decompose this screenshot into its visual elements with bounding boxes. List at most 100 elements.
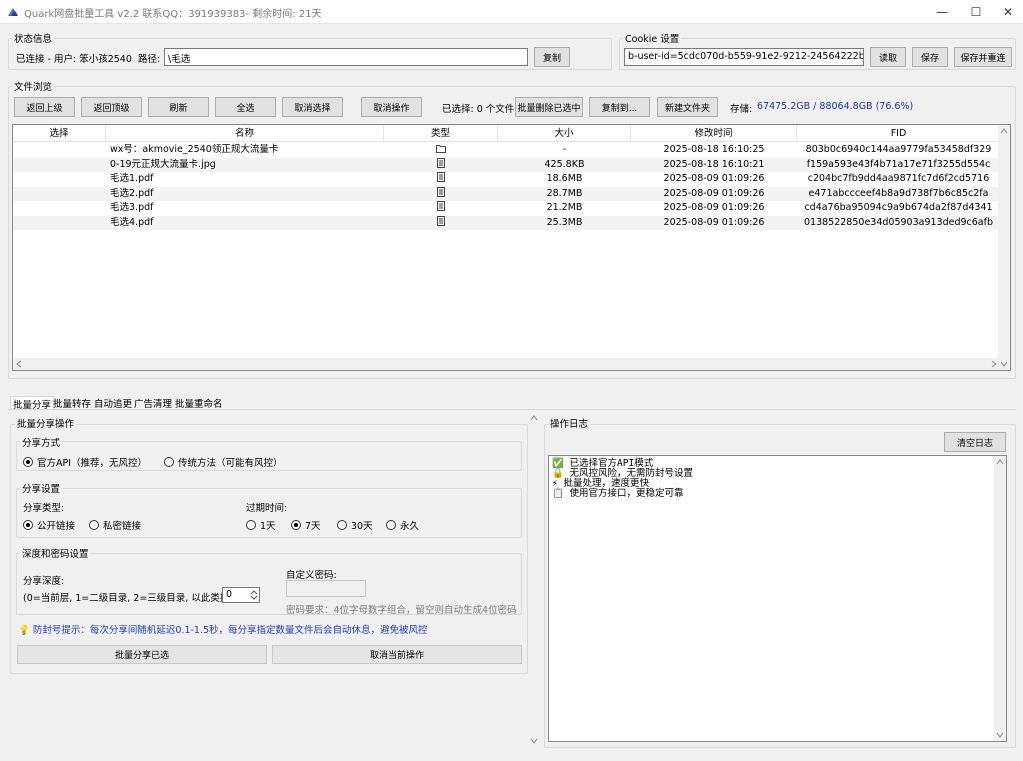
- save-cookie-button[interactable]: 保存: [912, 47, 948, 67]
- spin-arrows-icon[interactable]: [250, 589, 258, 601]
- minimize-button[interactable]: —: [925, 0, 959, 24]
- document-icon: [384, 215, 498, 231]
- table-vertical-scrollbar[interactable]: [998, 125, 1010, 370]
- table-row[interactable]: 毛选3.pdf 21.2MB 2025-08-09 01:09:26 cd4a7…: [13, 201, 1000, 216]
- copy-path-button[interactable]: 复制: [534, 47, 570, 67]
- quark-logo-icon: [8, 8, 18, 16]
- row-fid: cd4a76ba95094c9a9b674da2f87d4341: [804, 202, 993, 213]
- folder-icon: [384, 143, 498, 158]
- new-folder-button[interactable]: 新建文件夹: [657, 97, 718, 117]
- batch-delete-button[interactable]: 批量删除已选中: [515, 97, 583, 117]
- scroll-down-icon[interactable]: [530, 738, 538, 744]
- cookie-input[interactable]: b-user-id=5cdc070d-b559-91e2-9212-245642…: [624, 48, 864, 66]
- storage-label: 存储:: [730, 104, 753, 115]
- column-header-fid[interactable]: FID: [797, 125, 1000, 142]
- tab-batch-transfer[interactable]: 批量转存: [53, 396, 91, 410]
- scroll-down-icon[interactable]: [1000, 361, 1008, 367]
- row-mtime: 2025-08-18 16:10:21: [663, 158, 765, 170]
- scroll-down-icon[interactable]: [996, 732, 1004, 738]
- tab-divider: [8, 409, 1016, 410]
- share-depth-spinbox[interactable]: 0: [222, 587, 260, 603]
- lightbulb-icon: 💡: [18, 625, 30, 636]
- column-header-name[interactable]: 名称: [106, 125, 384, 142]
- row-name: wx号：akmovie_2540领正规大流量卡: [110, 144, 279, 155]
- cancel-operation-button[interactable]: 取消操作: [361, 97, 422, 117]
- row-mtime: 2025-08-09 01:09:26: [663, 202, 765, 213]
- log-scrollbar[interactable]: [994, 456, 1006, 741]
- column-header-size[interactable]: 大小: [498, 125, 631, 142]
- custom-password-input[interactable]: [286, 580, 366, 597]
- batch-share-selected-button[interactable]: 批量分享已选: [17, 645, 267, 664]
- go-top-button[interactable]: 返回顶级: [81, 97, 142, 117]
- scroll-up-icon[interactable]: [530, 415, 538, 421]
- radio-public-link[interactable]: 公开链接: [23, 518, 75, 532]
- radio-empty-icon: [89, 520, 99, 530]
- radio-official-api[interactable]: 官方API（推荐，无风控）: [23, 455, 147, 469]
- share-method-title: 分享方式: [20, 435, 63, 449]
- save-reconnect-button[interactable]: 保存并重连: [954, 47, 1012, 67]
- column-header-type[interactable]: 类型: [384, 125, 498, 142]
- radio-expire-1day[interactable]: 1天: [246, 518, 276, 532]
- row-size: 425.8KB: [544, 158, 585, 170]
- radio-empty-icon: [164, 457, 174, 467]
- document-icon: [384, 157, 498, 173]
- log-title: 操作日志: [548, 416, 591, 430]
- log-text-area[interactable]: ✅ 已选择官方API模式 🔒 无风控风险，无需防封号设置 ⚡ 批量处理，速度更快…: [548, 455, 1007, 742]
- row-fid: e471abccceef4b8a9d738f7b6c85c2fa: [808, 187, 989, 199]
- table-row[interactable]: 毛选2.pdf 28.7MB 2025-08-09 01:09:26 e471a…: [13, 186, 1000, 201]
- radio-selected-icon: [23, 457, 33, 467]
- table-row[interactable]: 0-19元正规大流量卡.jpg 425.8KB 2025-08-18 16:10…: [13, 157, 1000, 173]
- share-panel-scrollbar[interactable]: [528, 412, 540, 748]
- scroll-up-icon[interactable]: [1000, 128, 1008, 134]
- row-name: 毛选3.pdf: [110, 202, 154, 213]
- tab-batch-rename[interactable]: 批量重命名: [175, 396, 223, 410]
- window-title: Quark网盘批量工具 v2.2 联系QQ：391939383- 剩余时间: 2…: [24, 9, 322, 20]
- scroll-right-icon[interactable]: [991, 360, 997, 368]
- row-fid: 803b0c6940c144aa9779fa53458df329: [805, 144, 992, 155]
- row-fid: 0138522850e34d05903a913ded9c6afb: [804, 216, 993, 228]
- radio-expire-30day[interactable]: 30天: [337, 518, 373, 532]
- path-input[interactable]: \毛选: [164, 48, 528, 66]
- read-cookie-button[interactable]: 读取: [870, 47, 906, 67]
- radio-expire-forever[interactable]: 永久: [386, 518, 419, 532]
- refresh-button[interactable]: 刷新: [148, 97, 209, 117]
- password-hint: 密码要求：4位字母数字组合，留空则自动生成4位密码: [286, 605, 517, 616]
- row-mtime: 2025-08-09 01:09:26: [663, 187, 765, 199]
- scroll-up-icon[interactable]: [996, 459, 1004, 465]
- close-button[interactable]: ✕: [991, 0, 1023, 24]
- table-row[interactable]: 毛选1.pdf 18.6MB 2025-08-09 01:09:26 c204b…: [13, 172, 1000, 187]
- anti-ban-tip: 💡 防封号提示：每次分享间随机延迟0.1-1.5秒，每分享指定数量文件后会自动休…: [18, 625, 428, 636]
- row-name: 0-19元正规大流量卡.jpg: [110, 158, 216, 170]
- tab-ad-cleanup[interactable]: 广告清理: [134, 396, 172, 410]
- radio-expire-7day[interactable]: 7天: [291, 518, 321, 532]
- select-all-button[interactable]: 全选: [215, 97, 276, 117]
- radio-empty-icon: [386, 520, 396, 530]
- cookie-group-title: Cookie 设置: [623, 31, 682, 45]
- deselect-button[interactable]: 取消选择: [282, 97, 343, 117]
- radio-selected-icon: [23, 520, 33, 530]
- title-bar: Quark网盘批量工具 v2.2 联系QQ：391939383- 剩余时间: 2…: [0, 0, 1023, 24]
- connection-status: 已连接 - 用户: 笨小孩2540: [16, 54, 132, 65]
- tab-auto-follow[interactable]: 自动追更: [94, 396, 132, 410]
- table-row[interactable]: 毛选4.pdf 25.3MB 2025-08-09 01:09:26 01385…: [13, 215, 1000, 231]
- go-up-button[interactable]: 返回上级: [14, 97, 75, 117]
- radio-private-link[interactable]: 私密链接: [89, 518, 141, 532]
- tab-batch-share[interactable]: 批量分享: [10, 396, 55, 411]
- path-label: 路径:: [138, 54, 161, 65]
- status-group-title: 状态信息: [12, 31, 55, 45]
- row-size: 25.3MB: [546, 216, 583, 228]
- column-header-select[interactable]: 选择: [13, 125, 106, 142]
- table-row[interactable]: wx号：akmovie_2540领正规大流量卡 - 2025-08-18 16:…: [13, 143, 1000, 158]
- cancel-current-operation-button[interactable]: 取消当前操作: [272, 645, 522, 664]
- scroll-left-icon[interactable]: [16, 360, 22, 368]
- radio-traditional[interactable]: 传统方法（可能有风控）: [164, 455, 283, 469]
- row-size: 18.6MB: [546, 173, 583, 184]
- custom-password-label: 自定义密码:: [286, 570, 337, 581]
- clear-log-button[interactable]: 清空日志: [944, 432, 1006, 452]
- maximize-button[interactable]: ☐: [959, 0, 993, 24]
- copy-to-button[interactable]: 复制到...: [589, 97, 650, 117]
- table-horizontal-scrollbar[interactable]: [13, 358, 1000, 370]
- column-header-mtime[interactable]: 修改时间: [631, 125, 797, 142]
- file-table[interactable]: 选择 名称 类型 大小 修改时间 FID wx号：akmovie_2540领正规…: [12, 124, 1011, 371]
- radio-empty-icon: [337, 520, 347, 530]
